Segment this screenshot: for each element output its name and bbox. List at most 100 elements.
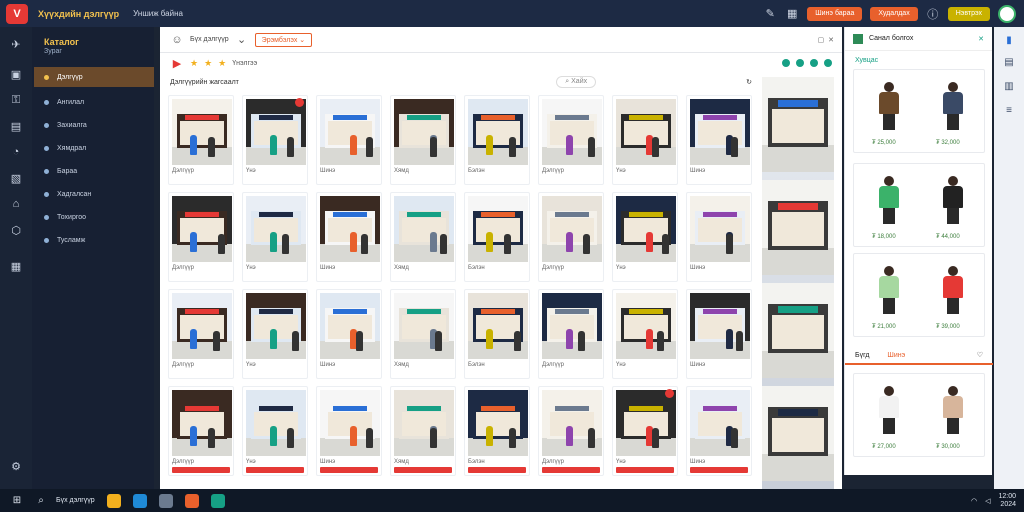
clock[interactable]: 12:00 2024 xyxy=(998,493,1016,509)
price-bar[interactable] xyxy=(616,467,674,473)
price-bar[interactable] xyxy=(542,467,600,473)
key-icon[interactable]: ⚿ xyxy=(9,93,23,107)
strip-image[interactable] xyxy=(762,386,834,481)
product-card[interactable]: Хямд xyxy=(390,386,456,476)
bookmark-icon[interactable]: ▮ xyxy=(1002,33,1016,47)
price-bar[interactable] xyxy=(690,467,748,473)
recommended-item[interactable]: ₮ 25,000 ₮ 32,000 xyxy=(853,69,985,153)
product-card[interactable]: Бэлэн xyxy=(464,95,530,185)
volume-icon[interactable]: ◁ xyxy=(985,497,990,505)
view-toggle[interactable] xyxy=(810,59,818,67)
info-icon[interactable]: ⓘ xyxy=(926,7,940,21)
product-card[interactable]: Дэлгүүр xyxy=(168,386,234,476)
recommended-item[interactable]: ₮ 21,000 ₮ 39,000 xyxy=(853,253,985,337)
product-card[interactable]: Үнэ xyxy=(612,289,678,379)
grid-icon[interactable]: ▦ xyxy=(785,7,799,21)
strip-image[interactable] xyxy=(762,77,834,172)
price-bar[interactable] xyxy=(468,467,526,473)
product-card[interactable]: Шинэ xyxy=(686,386,752,476)
close-icon[interactable]: ✕ xyxy=(828,37,834,44)
star-icon[interactable]: ★ xyxy=(204,58,212,69)
product-card[interactable]: Дэлгүүр xyxy=(538,95,604,185)
product-card[interactable]: Бэлэн xyxy=(464,289,530,379)
product-card[interactable]: Шинэ xyxy=(686,192,752,282)
product-card[interactable]: Хямд xyxy=(390,289,456,379)
wifi-icon[interactable]: ◠ xyxy=(971,497,977,505)
product-card[interactable]: Бэлэн xyxy=(464,192,530,282)
product-card[interactable]: Дэлгүүр xyxy=(168,95,234,185)
search-icon[interactable]: ⌕ xyxy=(34,494,48,508)
product-card[interactable]: Дэлгүүр xyxy=(538,386,604,476)
product-card[interactable]: Үнэ xyxy=(242,95,308,185)
avatar[interactable] xyxy=(998,4,1016,23)
strip-image[interactable] xyxy=(762,180,834,275)
product-card[interactable]: Үнэ xyxy=(612,95,678,185)
windows-start-icon[interactable]: ⊞ xyxy=(10,494,24,508)
product-card[interactable]: Үнэ xyxy=(242,386,308,476)
recommended-item[interactable]: ₮ 27,000 ₮ 30,000 xyxy=(853,373,985,457)
tag-icon[interactable]: ✈ xyxy=(9,37,23,51)
tab-new[interactable]: Шинэ xyxy=(887,352,905,359)
product-card[interactable]: Үнэ xyxy=(242,289,308,379)
favorite-icon[interactable] xyxy=(295,98,304,107)
sidebar-item-store[interactable]: Дэлгүүр xyxy=(34,67,154,87)
price-bar[interactable] xyxy=(394,467,452,473)
login-button[interactable]: Нэвтрэх xyxy=(947,6,990,21)
gauge-icon[interactable]: ◔ xyxy=(9,145,23,159)
star-icon[interactable]: ★ xyxy=(218,58,226,69)
sidebar-item-products[interactable]: Бараа xyxy=(34,161,154,181)
price-bar[interactable] xyxy=(172,467,230,473)
app-logo[interactable]: V xyxy=(6,3,28,24)
clipboard-icon[interactable]: ▥ xyxy=(1002,79,1016,93)
pointer-icon[interactable]: ✎ xyxy=(763,7,777,21)
sort-chip[interactable]: Эрэмбэлэх ⌄ xyxy=(254,32,313,47)
settings-icon[interactable]: ⚙ xyxy=(9,459,23,473)
star-icon[interactable]: ★ xyxy=(190,58,198,69)
price-bar[interactable] xyxy=(246,467,304,473)
price-bar[interactable] xyxy=(320,467,378,473)
chevron-down-icon[interactable]: ⌄ xyxy=(235,33,249,47)
document-icon[interactable]: ▤ xyxy=(1002,55,1016,69)
product-card[interactable]: Дэлгүүр xyxy=(168,289,234,379)
list-icon[interactable]: ≡ xyxy=(1002,103,1016,117)
view-toggle[interactable] xyxy=(796,59,804,67)
image-icon[interactable]: ▧ xyxy=(9,171,23,185)
product-card[interactable]: Хямд xyxy=(390,95,456,185)
product-card[interactable]: Үнэ xyxy=(612,386,678,476)
file-explorer-icon[interactable] xyxy=(106,493,121,508)
refresh-icon[interactable]: ↻ xyxy=(746,78,752,86)
view-toggle[interactable] xyxy=(782,59,790,67)
sidebar-item-saved[interactable]: Хадгалсан xyxy=(34,184,154,204)
product-card[interactable]: Хямд xyxy=(390,192,456,282)
favorite-icon[interactable] xyxy=(665,389,674,398)
strip-image[interactable] xyxy=(762,283,834,378)
factory-icon[interactable]: ▤ xyxy=(9,119,23,133)
sidebar-item-sale[interactable]: Хямдрал xyxy=(34,138,154,158)
recommended-item[interactable]: ₮ 18,000 ₮ 44,000 xyxy=(853,163,985,247)
product-card[interactable]: Дэлгүүр xyxy=(538,289,604,379)
product-card[interactable]: Бэлэн xyxy=(464,386,530,476)
calendar-icon[interactable]: ▦ xyxy=(9,259,23,273)
app-icon[interactable] xyxy=(158,493,173,508)
product-card[interactable]: Дэлгүүр xyxy=(168,192,234,282)
app-icon[interactable] xyxy=(184,493,199,508)
close-icon[interactable]: ✕ xyxy=(978,35,984,43)
view-toggle[interactable] xyxy=(824,59,832,67)
sell-button[interactable]: Худалдах xyxy=(870,6,918,21)
product-card[interactable]: Шинэ xyxy=(686,289,752,379)
app-icon[interactable] xyxy=(210,493,225,508)
home-icon[interactable]: ⌂ xyxy=(9,197,23,211)
product-card[interactable]: Шинэ xyxy=(316,386,382,476)
sidebar-item-help[interactable]: Тусламж xyxy=(34,230,154,250)
product-card[interactable]: Шинэ xyxy=(316,192,382,282)
heart-icon[interactable]: ♡ xyxy=(977,351,983,359)
box-icon[interactable]: ⬡ xyxy=(9,223,23,237)
user-icon[interactable]: ☺ xyxy=(170,33,184,47)
sidebar-item-category[interactable]: Ангилал xyxy=(34,92,154,112)
product-card[interactable]: Үнэ xyxy=(242,192,308,282)
product-card[interactable]: Шинэ xyxy=(686,95,752,185)
minimize-icon[interactable]: ▢ xyxy=(818,37,825,44)
product-card[interactable]: Шинэ xyxy=(316,95,382,185)
sidebar-item-settings[interactable]: Тохиргоо xyxy=(34,207,154,227)
product-card[interactable]: Шинэ xyxy=(316,289,382,379)
